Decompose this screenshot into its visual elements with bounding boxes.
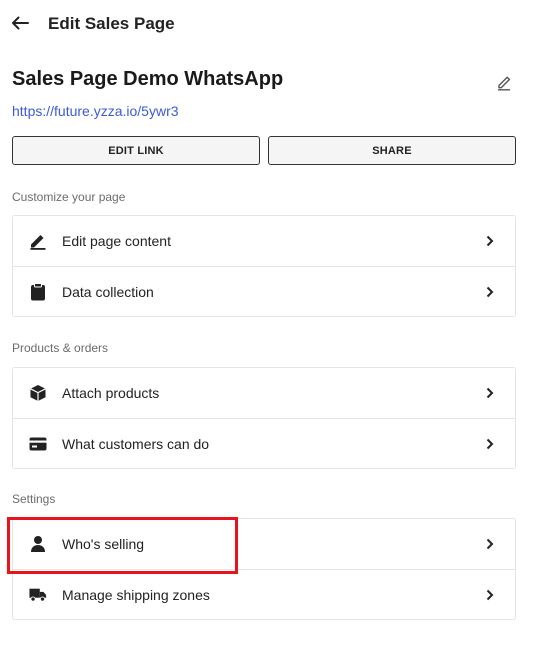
person-icon [29,535,47,553]
menu-item-edit-page-content[interactable]: Edit page content [13,216,515,266]
pencil-icon [498,76,511,91]
menu-item-label: Edit page content [62,233,171,249]
edit-name-button[interactable] [496,73,512,91]
menu-item-label: Data collection [62,283,154,300]
pencil-icon [29,232,47,250]
chevron-right-icon [485,589,495,601]
back-button[interactable] [10,13,30,33]
page-title: Sales Page Demo WhatsApp [12,68,284,90]
menu-item-label: Who's selling [62,536,145,552]
page-url-link[interactable]: https://future.yzza.io/5ywr3 [12,103,179,119]
box-icon [29,384,47,402]
products-card: Attach products What customers can do [12,367,516,469]
section-label-settings: Settings [12,492,56,506]
chevron-right-icon [485,235,495,247]
chevron-right-icon [485,387,495,399]
menu-item-whos-selling[interactable]: Who's selling [13,519,515,569]
chevron-right-icon [485,286,495,298]
section-label-products: Products & orders [12,341,109,355]
share-button[interactable]: SHARE [268,136,516,165]
menu-item-data-collection[interactable]: Data collection [13,266,515,316]
arrow-left-icon [12,16,29,30]
menu-item-attach-products[interactable]: Attach products [13,368,515,418]
menu-item-label: Manage shipping zones [62,586,210,603]
chevron-right-icon [485,438,495,450]
settings-card: Who's selling Manage shipping zones [12,518,516,620]
chevron-right-icon [485,538,495,550]
menu-item-customer-actions[interactable]: What customers can do [13,418,515,468]
edit-link-button[interactable]: EDIT LINK [12,136,260,165]
customize-card: Edit page content Data collection [12,215,516,317]
menu-item-shipping-zones[interactable]: Manage shipping zones [13,569,515,619]
top-bar: Edit Sales Page [0,0,534,48]
clipboard-icon [29,282,47,301]
menu-item-label: Attach products [62,385,160,401]
header-title: Edit Sales Page [48,14,175,33]
section-label-customize: Customize your page [12,190,126,204]
menu-item-label: What customers can do [62,435,210,452]
truck-icon [29,586,47,604]
credit-card-icon [29,435,47,453]
